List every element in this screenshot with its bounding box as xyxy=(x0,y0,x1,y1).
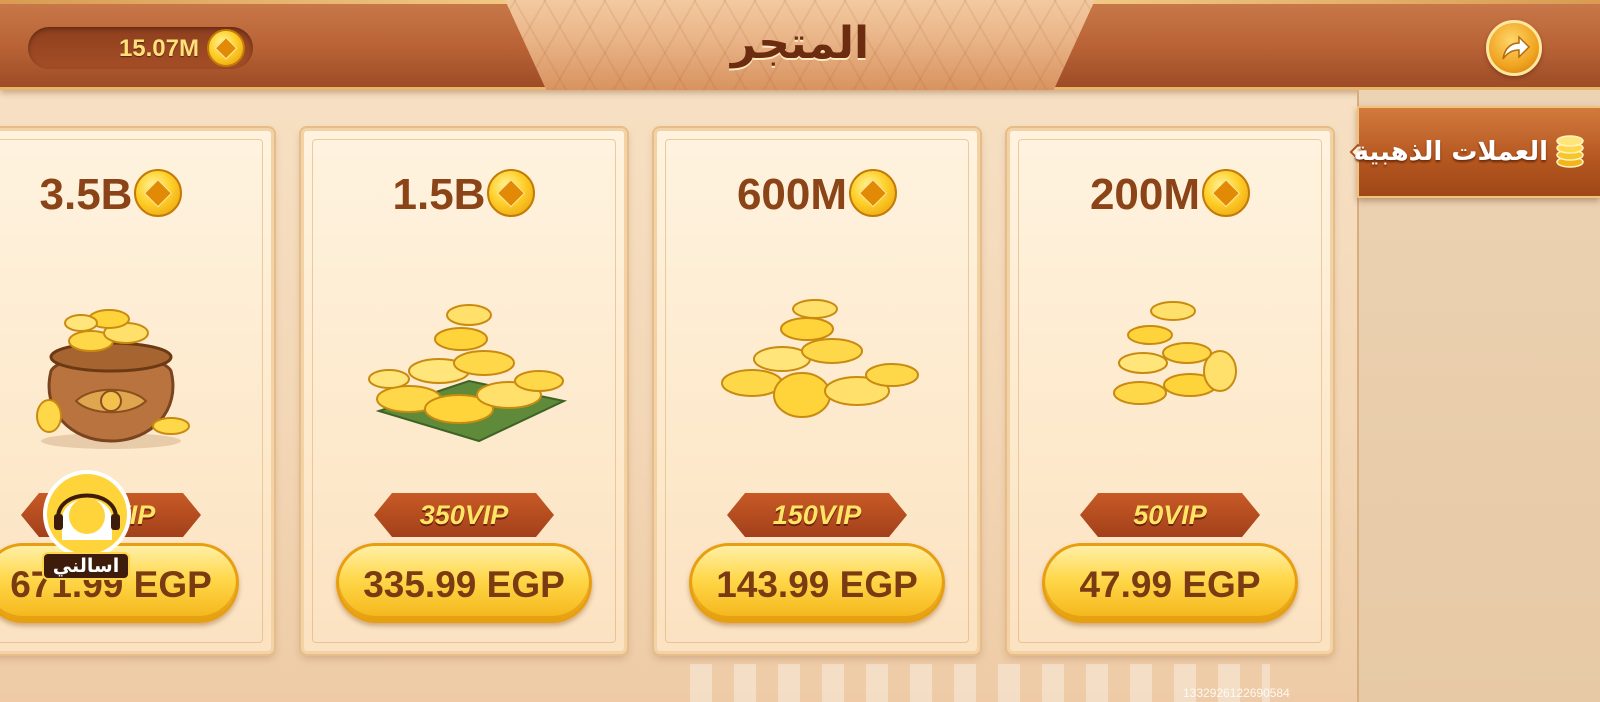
vip-points-value: 150VIP xyxy=(772,500,862,530)
gold-balance-value: 15.07M xyxy=(118,35,199,62)
vip-points-badge: 150VIP xyxy=(727,493,907,537)
share-button[interactable] xyxy=(1486,20,1542,76)
support-button[interactable]: اسالني xyxy=(40,470,134,580)
vip-points-value: 50VIP xyxy=(1133,500,1207,530)
tab-gold-coins[interactable]: العملات الذهبية xyxy=(1349,106,1600,198)
package-amount: 3.5B xyxy=(0,169,271,220)
vip-points-badge: 350VIP xyxy=(374,493,554,537)
share-arrow-icon xyxy=(1502,35,1531,60)
coin-pot-icon xyxy=(36,309,190,449)
top-bar: المتجر 15.07M xyxy=(0,0,1600,90)
customer-support-avatar-icon xyxy=(43,470,131,558)
vip-points-badge: 50VIP xyxy=(1080,493,1260,537)
gold-balance: 15.07M xyxy=(28,27,253,69)
package-amount: 1.5B xyxy=(304,169,624,220)
package-amount-value: 1.5B xyxy=(392,170,486,219)
support-label: اسالني xyxy=(42,552,130,580)
vip-points-value: 350VIP xyxy=(419,500,509,530)
price-label: 143.99 EGP xyxy=(716,564,918,605)
package-amount-value: 600M xyxy=(736,170,848,219)
gold-coin-icon xyxy=(849,169,898,217)
gold-coin-icon xyxy=(134,169,183,217)
coin-stack-icon xyxy=(1556,135,1584,168)
package-amount: 600M xyxy=(657,169,977,220)
buy-button[interactable]: 143.99 EGP xyxy=(689,543,945,623)
price-label: 335.99 EGP xyxy=(363,564,565,605)
gold-coin-icon xyxy=(1202,169,1251,217)
buy-button[interactable]: 335.99 EGP xyxy=(336,543,592,623)
device-id: 1332926122690584 xyxy=(1183,686,1290,700)
gold-coin-icon xyxy=(487,169,536,217)
tab-gold-coins-label: العملات الذهبية xyxy=(1353,137,1548,167)
coin-stack-small-icon xyxy=(1113,301,1237,405)
buy-button[interactable]: 47.99 EGP xyxy=(1042,543,1298,623)
package-card-1-5b[interactable]: 1.5B 350VIP 335.99 EGP xyxy=(301,128,627,654)
package-card-200m[interactable]: 200M 50VIP 47.99 EGP xyxy=(1007,128,1333,654)
coin-pile-large-icon xyxy=(368,304,568,443)
gold-coin-icon xyxy=(207,29,245,67)
package-amount-value: 3.5B xyxy=(39,170,133,219)
package-amount-value: 200M xyxy=(1089,170,1201,219)
package-amount: 200M xyxy=(1010,169,1330,220)
price-label: 47.99 EGP xyxy=(1079,564,1261,605)
package-card-600m[interactable]: 600M 150VIP 143.99 EGP xyxy=(654,128,980,654)
coin-pile-medium-icon xyxy=(721,299,919,418)
